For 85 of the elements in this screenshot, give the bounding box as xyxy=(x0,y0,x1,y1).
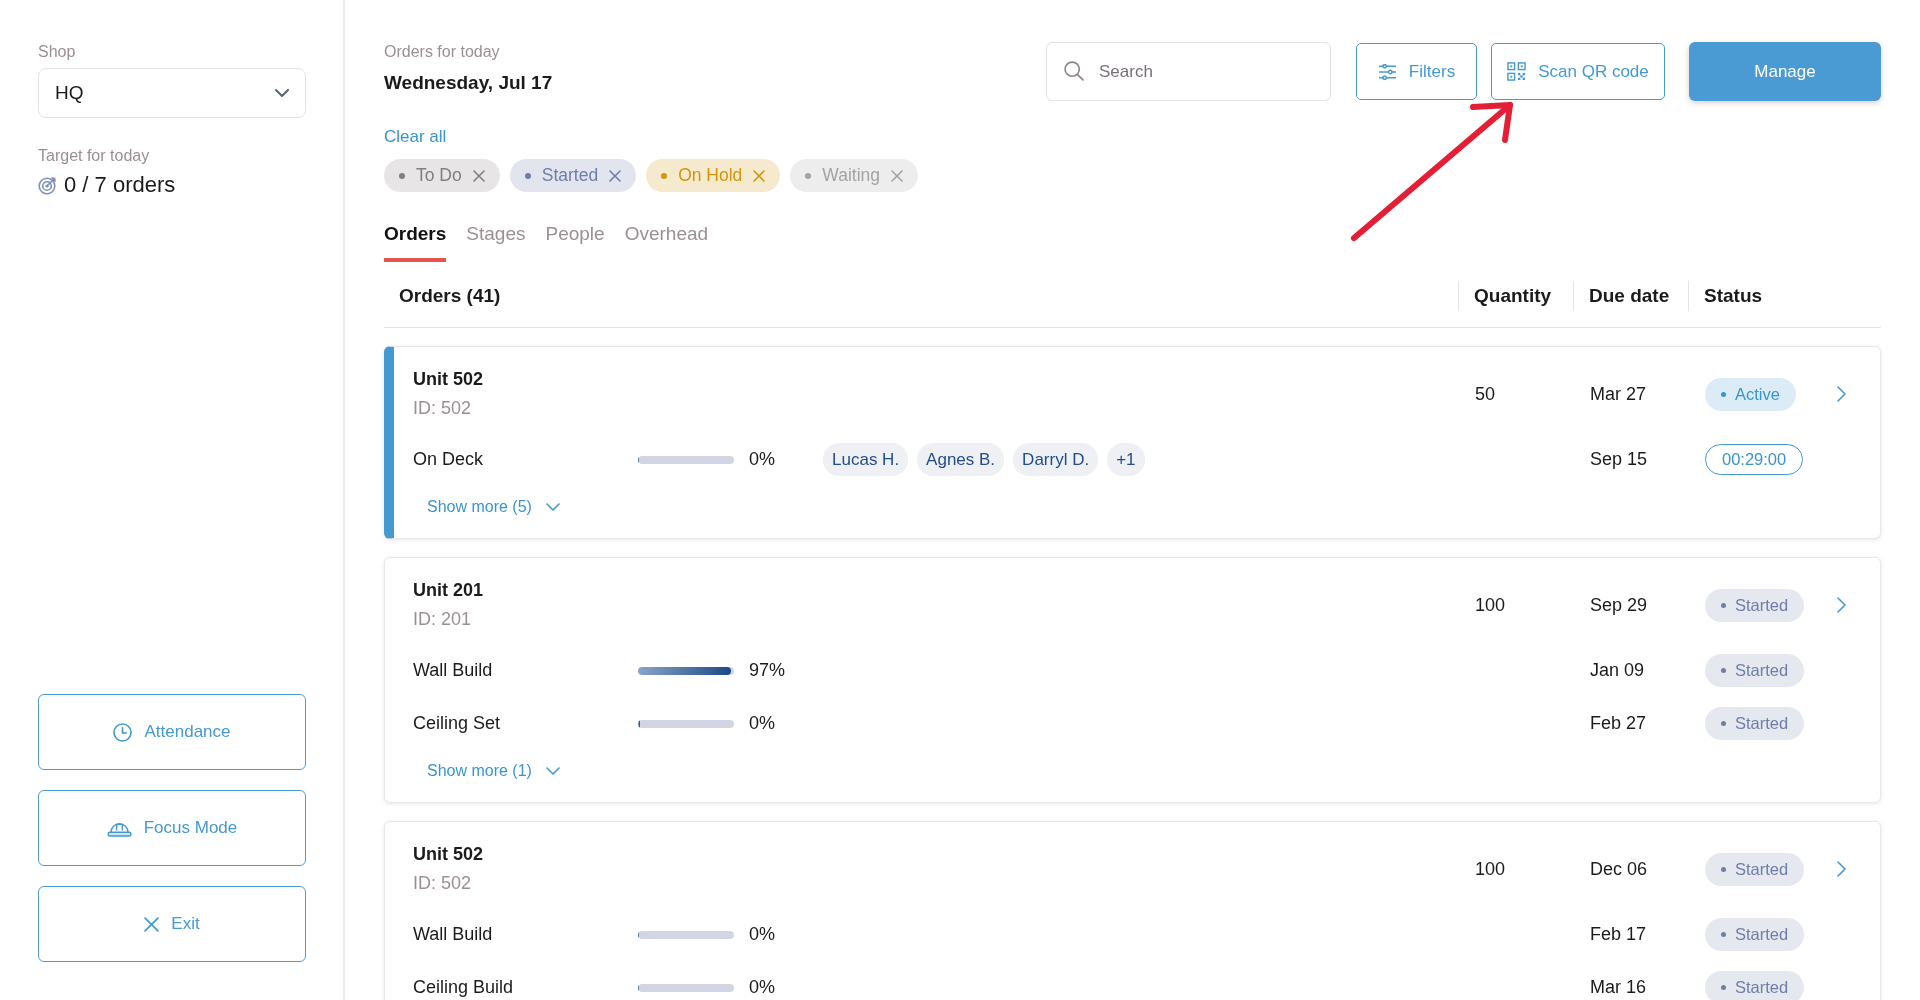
chevron-down-icon xyxy=(545,503,560,511)
tab[interactable]: Overhead xyxy=(624,222,709,262)
quantity-value: 100 xyxy=(1475,858,1506,880)
show-more-button[interactable]: Show more (5) xyxy=(427,495,560,519)
order-name: Unit 502 xyxy=(413,368,484,391)
page-subtitle: Orders for today xyxy=(384,42,500,62)
clock-icon xyxy=(113,722,133,742)
column-header: Due date xyxy=(1573,281,1688,311)
sliders-icon xyxy=(1377,63,1397,80)
filter-chip[interactable]: Waiting xyxy=(790,159,919,192)
due-date: Sep 29 xyxy=(1590,594,1648,616)
stage-name: Wall Build xyxy=(413,660,494,681)
column-header: Quantity xyxy=(1458,281,1573,311)
close-icon[interactable] xyxy=(609,169,622,182)
clear-all-link[interactable]: Clear all xyxy=(384,127,447,147)
order-id: ID: 502 xyxy=(413,872,472,895)
stage-name: Ceiling Set xyxy=(413,713,502,734)
stage-name: On Deck xyxy=(413,449,485,470)
sidebar-button[interactable]: Attendance xyxy=(38,694,306,770)
filter-chip[interactable]: To Do xyxy=(384,159,500,192)
order-card[interactable]: Unit 502 ID: 502 50 Mar 27 Active On Deck 0% Lucas H. Agnes B. Darryl D. +1 Sep 15 00:29:00 Show more (5) xyxy=(384,346,1881,539)
scan-qr-button[interactable]: Scan QR code xyxy=(1491,43,1665,100)
order-name: Unit 502 xyxy=(413,843,484,866)
percent-label: 0% xyxy=(749,977,775,998)
percent-label: 0% xyxy=(749,449,775,470)
status-label: Started xyxy=(1735,661,1789,680)
show-more-button[interactable]: Show more (1) xyxy=(427,759,560,783)
person-tag: Agnes B. xyxy=(917,443,1005,476)
order-id: ID: 502 xyxy=(413,397,472,420)
stage-name: Ceiling Build xyxy=(413,977,515,998)
filter-chip[interactable]: Started xyxy=(509,159,637,192)
column-header: Orders (41) xyxy=(398,284,501,308)
target-label: Target for today xyxy=(38,146,150,166)
tab[interactable]: Orders xyxy=(384,222,447,262)
close-icon[interactable] xyxy=(472,169,485,182)
quantity-value: 50 xyxy=(1475,383,1496,405)
sidebar-button[interactable]: Exit xyxy=(38,886,306,962)
due-date: Feb 17 xyxy=(1590,924,1647,945)
percent-label: 0% xyxy=(749,924,775,945)
due-date: Sep 15 xyxy=(1590,449,1648,470)
status-label: Started xyxy=(1735,978,1789,997)
chevron-down-icon xyxy=(275,89,289,97)
page-date: Wednesday, Jul 17 xyxy=(384,72,553,94)
status-label: Started xyxy=(1735,714,1789,733)
filter-chip[interactable]: On Hold xyxy=(646,159,781,192)
quantity-value: 100 xyxy=(1475,594,1506,616)
due-date: Dec 06 xyxy=(1590,858,1648,880)
percent-label: 0% xyxy=(749,713,775,734)
status-label: Started xyxy=(1735,925,1789,944)
order-card[interactable]: Unit 201 ID: 201 100 Sep 29 Started Wall Build 97% Jan 09 Started Ceiling Set 0% Feb 27 Started Show more (1) xyxy=(384,557,1881,803)
person-tag: +1 xyxy=(1107,443,1145,476)
order-id: ID: 201 xyxy=(413,608,472,631)
search-icon xyxy=(1064,61,1084,81)
target-value: 0 / 7 orders xyxy=(64,172,176,198)
close-icon[interactable] xyxy=(753,169,766,182)
chevron-down-icon xyxy=(545,767,560,775)
order-name: Unit 201 xyxy=(413,579,484,602)
target-icon xyxy=(38,175,57,195)
chevron-right-icon[interactable] xyxy=(1837,386,1846,402)
tab[interactable]: People xyxy=(545,222,605,262)
due-date: Mar 27 xyxy=(1590,383,1647,405)
chevron-right-icon[interactable] xyxy=(1837,597,1846,613)
due-date: Jan 09 xyxy=(1590,660,1645,681)
shop-select[interactable]: HQ xyxy=(38,68,306,118)
status-label: Started xyxy=(1735,859,1789,879)
sidebar-button[interactable]: Focus Mode xyxy=(38,790,306,866)
manage-button[interactable]: Manage xyxy=(1689,42,1881,101)
person-tag: Lucas H. xyxy=(823,443,909,476)
chevron-right-icon[interactable] xyxy=(1837,861,1846,877)
close-icon[interactable] xyxy=(891,169,904,182)
filters-button[interactable]: Filters xyxy=(1356,43,1477,100)
status-label: Started xyxy=(1735,595,1789,615)
tab[interactable]: Stages xyxy=(466,222,526,262)
status-label: Active xyxy=(1735,384,1780,404)
order-card[interactable]: Unit 502 ID: 502 100 Dec 06 Started Wall Build 0% Feb 17 Started Ceiling Build 0% Mar 16 Started xyxy=(384,821,1881,1000)
close-icon xyxy=(144,916,160,932)
search-field[interactable]: Search xyxy=(1046,42,1331,101)
percent-label: 97% xyxy=(749,660,786,681)
shop-label: Shop xyxy=(38,42,76,62)
column-header: Status xyxy=(1688,281,1881,311)
due-date: Mar 16 xyxy=(1590,977,1647,998)
stage-name: Wall Build xyxy=(413,924,494,945)
person-tag: Darryl D. xyxy=(1013,443,1099,476)
qr-code-icon xyxy=(1507,62,1527,81)
due-date: Feb 27 xyxy=(1590,713,1647,734)
